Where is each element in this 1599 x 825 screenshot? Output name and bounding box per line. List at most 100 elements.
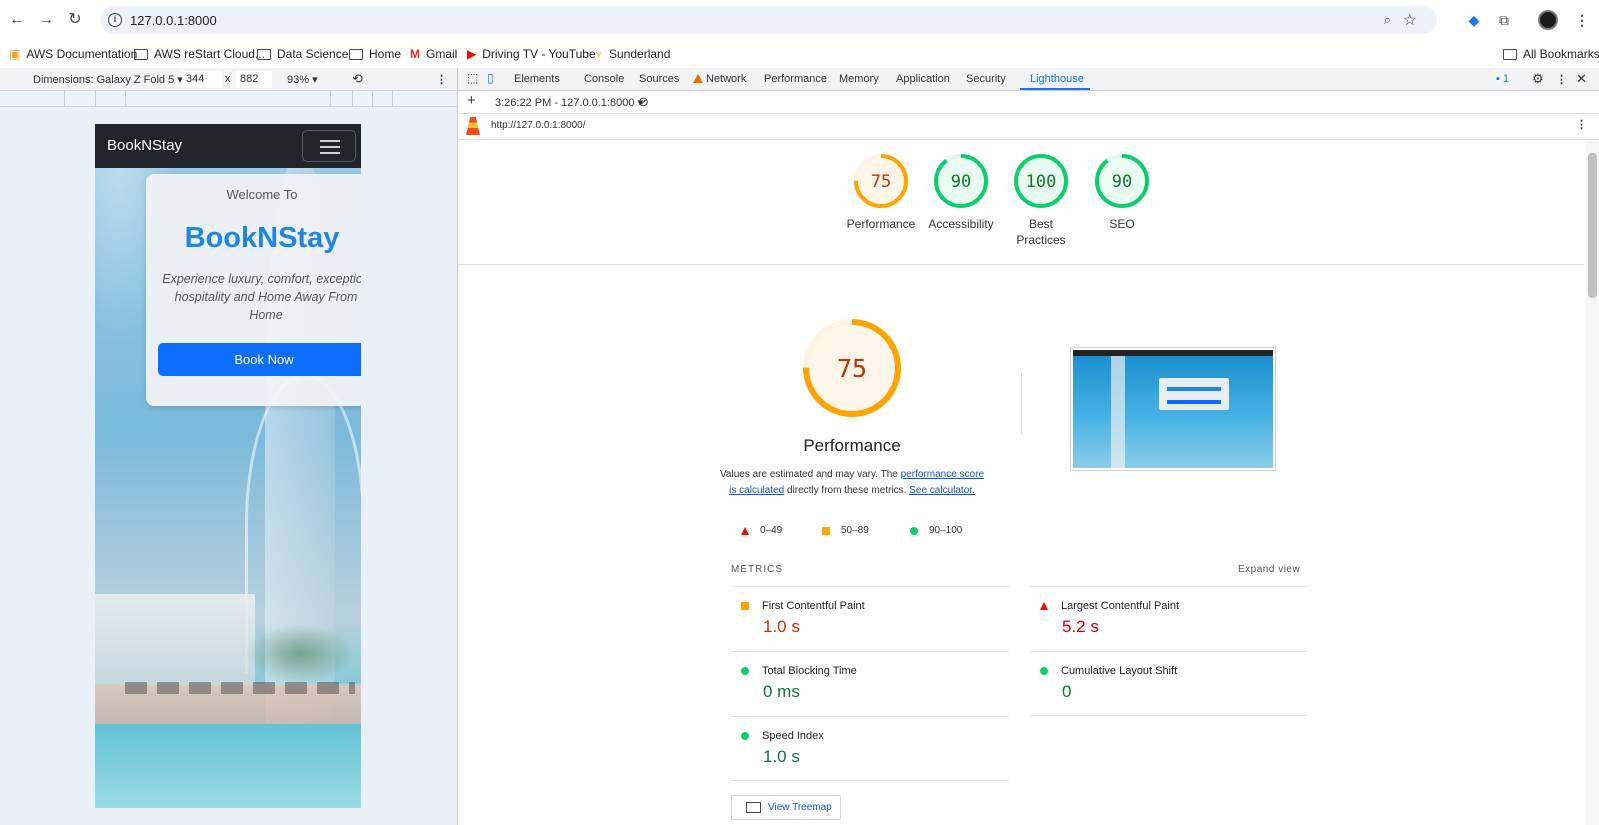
pass-circle-icon	[741, 667, 749, 675]
performance-score-link[interactable]: performance score	[901, 469, 984, 480]
final-screenshot[interactable]	[1070, 347, 1276, 471]
legend-average: 50–89	[822, 525, 869, 536]
rotate-icon[interactable]: ⟲	[352, 71, 363, 87]
gauge-label: Performance	[846, 217, 916, 231]
folder-icon	[349, 48, 363, 60]
tab-security[interactable]: Security	[966, 73, 1006, 85]
dimensions-select[interactable]: Dimensions: Galaxy Z Fold 5 ▾	[33, 73, 183, 86]
tab-elements[interactable]: Elements	[514, 73, 560, 85]
all-bookmarks[interactable]: All Bookmarks	[1503, 45, 1599, 63]
address-url[interactable]: 127.0.0.1:8000	[130, 13, 217, 28]
site-info-icon[interactable]: i	[108, 13, 122, 27]
device-screen[interactable]: BookNStay Welcome To BookNStay Experienc…	[95, 124, 361, 808]
report-selector[interactable]: 3:26:22 PM - 127.0.0.1:8000 ▾	[495, 96, 643, 109]
device-menu-icon[interactable]: ⋮	[436, 73, 447, 86]
metric-lcp: Largest Contentful Paint 5.2 s	[1030, 586, 1308, 650]
performance-big-gauge: 75	[800, 316, 904, 420]
tab-performance[interactable]: Performance	[764, 73, 827, 85]
book-now-button[interactable]: Book Now	[158, 343, 361, 376]
hero-card: Welcome To BookNStay Experience luxury, …	[146, 174, 361, 406]
tab-console[interactable]: Console	[584, 73, 624, 85]
back-icon[interactable]: ←	[6, 9, 28, 31]
issues-badge[interactable]: ▪ 1	[1496, 73, 1509, 85]
active-tab-indicator	[1020, 88, 1090, 90]
bookmark-gmail[interactable]: M Gmail	[410, 45, 457, 63]
is-calculated-link[interactable]: is calculated	[729, 485, 784, 496]
aws-docs-icon: ▣	[9, 47, 21, 61]
hero-title: BookNStay	[184, 222, 340, 254]
hero-description: Experience luxury, comfort, exception ho…	[162, 272, 361, 322]
fail-triangle-icon	[1040, 602, 1048, 610]
gauge-ring: 90	[934, 154, 988, 208]
folder-icon	[1503, 48, 1517, 60]
bookmark-sunderland[interactable]: ♆ Sunderland	[594, 45, 670, 63]
extension-icon[interactable]: ◆	[1464, 10, 1484, 30]
gauge-ring: 75	[854, 154, 908, 208]
browser-menu-icon[interactable]: ⋮	[1572, 10, 1592, 30]
devtools-menu-icon[interactable]: ⋮	[1556, 73, 1567, 86]
metric-value: 5.2 s	[1062, 617, 1099, 636]
gauge-score: 75	[871, 172, 891, 192]
gauge-accessibility[interactable]: 90 Accessibility	[921, 152, 1001, 232]
settings-gear-icon[interactable]: ⚙	[1532, 71, 1544, 87]
profile-avatar[interactable]	[1538, 10, 1558, 30]
bookmark-driving-tv[interactable]: ▶ Driving TV - YouTube	[467, 45, 596, 63]
extensions-puzzle-icon[interactable]: ⧉	[1494, 10, 1514, 30]
report-menu-icon[interactable]: ⋮	[1576, 118, 1587, 131]
gauge-score: 100	[1026, 172, 1057, 192]
view-treemap-button[interactable]: View Treemap	[731, 795, 841, 820]
zoom-icon[interactable]: ⌕	[1384, 12, 1391, 28]
gauge-performance[interactable]: 75 Performance	[841, 152, 921, 232]
bookmark-aws-restart[interactable]: AWS reStart Cloud...	[134, 45, 265, 63]
gauge-score: 90	[951, 172, 971, 192]
metrics-heading: METRICS	[731, 564, 783, 575]
metric-fcp: First Contentful Paint 1.0 s	[731, 586, 1009, 650]
site-brand[interactable]: BookNStay	[107, 137, 182, 154]
forward-icon[interactable]: →	[35, 9, 57, 31]
see-calculator-link[interactable]: See calculator.	[909, 485, 975, 496]
gauge-best-practices[interactable]: 100 Best Practices	[1001, 152, 1081, 248]
lighthouse-toolbar: + 3:26:22 PM - 127.0.0.1:8000 ▾ ⊘	[458, 91, 1599, 114]
pass-circle-icon	[1040, 667, 1048, 675]
lighthouse-logo-icon	[466, 117, 480, 135]
close-devtools-icon[interactable]: ✕	[1576, 71, 1587, 87]
bookmark-home[interactable]: Home	[349, 45, 401, 63]
clear-reports-icon[interactable]: ⊘	[638, 94, 649, 110]
new-report-icon[interactable]: +	[467, 92, 476, 109]
report-url[interactable]: http://127.0.0.1:8000/	[491, 120, 586, 131]
metric-value: 0	[1062, 682, 1072, 701]
tab-application[interactable]: Application	[896, 73, 950, 85]
tab-memory[interactable]: Memory	[839, 73, 879, 85]
device-width-input[interactable]: 344	[182, 71, 222, 88]
metric-value: 1.0 s	[763, 617, 800, 636]
metric-value: 1.0 s	[763, 747, 800, 766]
device-toggle-icon[interactable]: ▯	[487, 71, 494, 85]
report-url-bar: http://127.0.0.1:8000/ ⋮	[458, 114, 1599, 140]
media-query-ruler[interactable]	[0, 91, 457, 107]
gauge-ring: 90	[1095, 154, 1149, 208]
zoom-select[interactable]: 93% ▾	[287, 73, 318, 86]
gauge-seo[interactable]: 90 SEO	[1082, 152, 1162, 232]
inspect-element-icon[interactable]: ⬚	[467, 71, 478, 85]
gauge-label: Best Practices	[1016, 217, 1066, 247]
address-bar[interactable]: i 127.0.0.1:8000 ⌕ ☆	[100, 6, 1437, 34]
site-navbar: BookNStay	[95, 124, 361, 168]
browser-toolbar: ← → ↻ i 127.0.0.1:8000 ⌕ ☆ ◆ ⧉ ⋮	[0, 0, 1599, 40]
reload-icon[interactable]: ↻	[64, 9, 86, 31]
legend-pass: 90–100	[910, 525, 962, 536]
metric-tbt: Total Blocking Time 0 ms	[731, 651, 1009, 715]
hamburger-menu-icon[interactable]	[302, 130, 356, 162]
bookmark-aws-docs[interactable]: ▣ AWS Documentation	[9, 45, 137, 63]
tab-lighthouse[interactable]: Lighthouse	[1030, 73, 1084, 85]
tab-network[interactable]: Network	[693, 73, 746, 85]
bookmark-data-science[interactable]: Data Science	[257, 45, 348, 63]
dimensions-times: x	[225, 73, 231, 85]
tab-sources[interactable]: Sources	[639, 73, 679, 85]
bookmark-star-icon[interactable]: ☆	[1403, 10, 1417, 30]
device-height-input[interactable]: 882	[236, 71, 272, 88]
report-scrollbar[interactable]	[1586, 140, 1599, 825]
hero-welcome: Welcome To	[226, 187, 298, 202]
gauge-label: SEO	[1109, 217, 1135, 231]
expand-view-toggle[interactable]: Expand view	[1238, 564, 1300, 575]
gauge-label: Accessibility	[928, 217, 994, 231]
